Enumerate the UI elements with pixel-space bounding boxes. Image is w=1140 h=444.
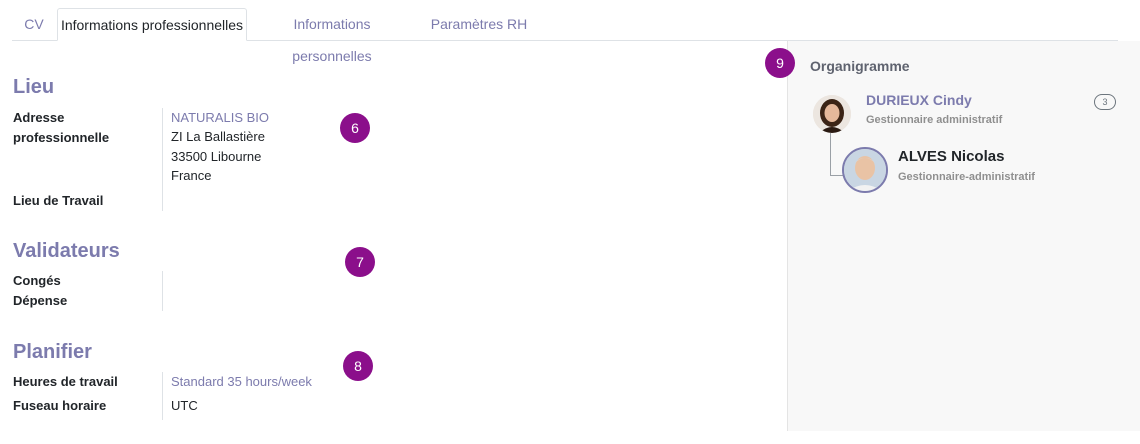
tab-hr-settings[interactable]: Paramètres RH xyxy=(424,8,534,40)
working-hours-link[interactable]: Standard 35 hours/week xyxy=(171,372,312,392)
tab-professional-info[interactable]: Informations professionnelles xyxy=(57,8,247,41)
org-connector-line xyxy=(830,133,831,175)
manager-job: Gestionnaire administratif xyxy=(866,114,1003,126)
employee-avatar[interactable] xyxy=(842,147,888,193)
expense-label: Dépense xyxy=(13,293,68,308)
tab-bar: CV Informations professionnelles Informa… xyxy=(12,8,1118,64)
tab-personal-info[interactable]: Informations personnelles xyxy=(252,8,412,64)
address-country: France xyxy=(171,168,212,183)
work-location-label: Lieu de Travail xyxy=(13,193,104,208)
field-divider xyxy=(162,108,163,211)
timezone-value: UTC xyxy=(171,398,198,413)
company-link[interactable]: NATURALIS BIO xyxy=(171,108,269,128)
address-street: ZI La Ballastière xyxy=(171,129,265,144)
step-badge-9: 9 xyxy=(765,48,795,78)
subordinates-count-badge[interactable]: 3 xyxy=(1094,94,1116,110)
working-hours-label: Heures de travail xyxy=(13,374,118,389)
employee-name[interactable]: ALVES Nicolas xyxy=(898,148,1004,165)
field-divider xyxy=(162,271,163,311)
tab-cv[interactable]: CV xyxy=(12,8,56,40)
org-chart-title: Organigramme xyxy=(810,58,910,74)
leave-label: Congés xyxy=(13,273,61,288)
section-title-validateurs: Validateurs xyxy=(13,240,120,262)
address-label: Adresse professionnelle xyxy=(13,110,110,145)
employee-photo-icon xyxy=(844,149,886,191)
section-title-planifier: Planifier xyxy=(13,341,92,363)
step-badge-8: 8 xyxy=(343,351,373,381)
section-title-lieu: Lieu xyxy=(13,76,55,98)
field-divider xyxy=(162,372,163,420)
step-badge-7: 7 xyxy=(345,247,375,277)
manager-avatar[interactable] xyxy=(813,95,851,133)
manager-name[interactable]: DURIEUX Cindy xyxy=(866,92,972,108)
address-city: 33500 Libourne xyxy=(171,149,262,164)
employee-job: Gestionnaire-administratif xyxy=(898,171,1035,183)
timezone-label: Fuseau horaire xyxy=(13,398,107,413)
manager-photo-icon xyxy=(813,95,851,133)
step-badge-6: 6 xyxy=(340,113,370,143)
